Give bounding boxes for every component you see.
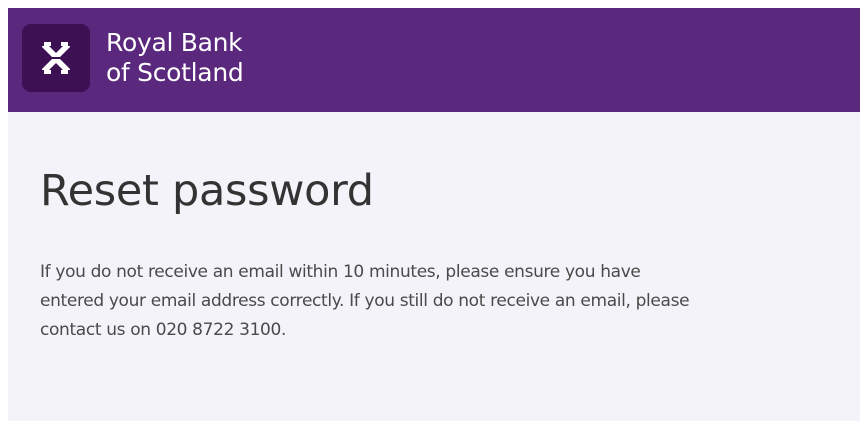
brand-line-1: Royal Bank	[106, 28, 243, 57]
site-header: Royal Bank of Scotland	[8, 8, 860, 112]
page-frame: Royal Bank of Scotland Reset password If…	[8, 8, 860, 421]
rbs-daisy-icon	[42, 42, 70, 74]
brand-line-2: of Scotland	[106, 58, 244, 87]
rbs-logo[interactable]	[22, 24, 90, 92]
page-title: Reset password	[40, 166, 374, 216]
brand-name[interactable]: Royal Bank of Scotland	[106, 28, 244, 88]
reset-info-message: If you do not receive an email within 10…	[40, 262, 690, 340]
